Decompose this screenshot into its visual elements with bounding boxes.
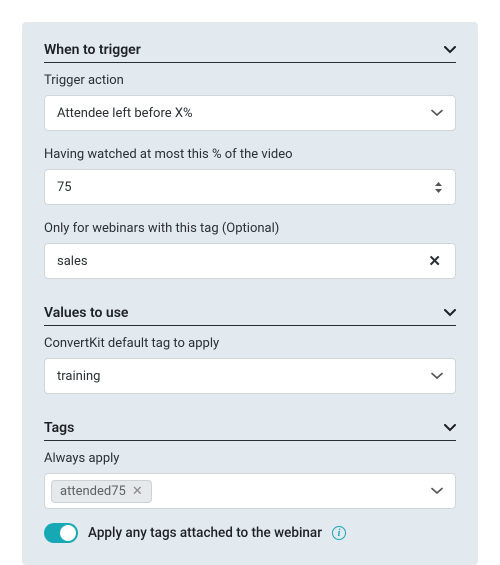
trigger-action-select[interactable]: Attendee left before X% [44, 95, 456, 131]
chevron-down-icon [444, 307, 456, 319]
chevron-down-icon [444, 422, 456, 434]
input-value: sales [57, 254, 426, 269]
section-title-values: Values to use [44, 305, 128, 321]
label-tag-filter: Only for webinars with this tag (Optiona… [44, 221, 456, 236]
toggle-label: Apply any tags attached to the webinar [88, 525, 322, 541]
select-value: training [57, 369, 431, 384]
chevron-down-icon [431, 487, 443, 495]
section-title-tags: Tags [44, 420, 74, 436]
select-value: Attendee left before X% [57, 106, 431, 121]
tag-chip-container: attended75 ✕ [51, 480, 431, 503]
section-header-trigger[interactable]: When to trigger [44, 42, 456, 63]
toggle-knob [60, 525, 76, 541]
section-title-trigger: When to trigger [44, 42, 141, 58]
label-trigger-action: Trigger action [44, 73, 456, 88]
remove-tag-icon[interactable]: ✕ [132, 484, 143, 499]
label-percent: Having watched at most this % of the vid… [44, 147, 456, 162]
clear-icon[interactable]: ✕ [426, 252, 443, 270]
chevron-down-icon [431, 109, 443, 117]
percent-input[interactable]: 75 [44, 169, 456, 205]
input-value: 75 [57, 180, 434, 195]
label-always-apply: Always apply [44, 451, 456, 466]
chevron-down-icon [444, 44, 456, 56]
tag-chip-label: attended75 [60, 484, 126, 499]
tag-chip: attended75 ✕ [51, 480, 152, 503]
label-default-tag: ConvertKit default tag to apply [44, 336, 456, 351]
always-apply-select[interactable]: attended75 ✕ [44, 473, 456, 509]
info-icon[interactable]: i [332, 526, 346, 540]
number-stepper-icon[interactable] [434, 181, 443, 194]
chevron-down-icon [431, 372, 443, 380]
section-header-values[interactable]: Values to use [44, 305, 456, 326]
apply-webinar-tags-toggle[interactable] [44, 523, 78, 543]
tag-filter-input[interactable]: sales ✕ [44, 243, 456, 279]
settings-panel: When to trigger Trigger action Attendee … [22, 22, 478, 565]
section-header-tags[interactable]: Tags [44, 420, 456, 441]
default-tag-select[interactable]: training [44, 358, 456, 394]
apply-webinar-tags-row: Apply any tags attached to the webinar i [44, 523, 456, 543]
